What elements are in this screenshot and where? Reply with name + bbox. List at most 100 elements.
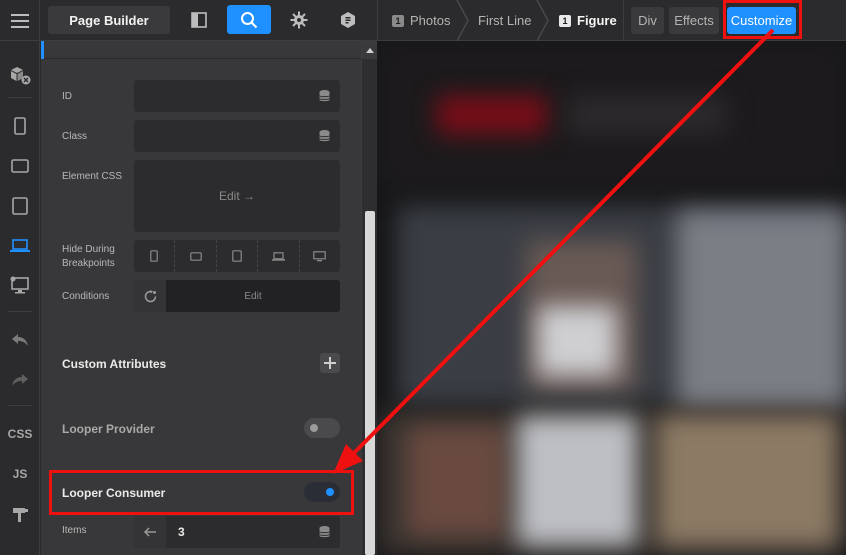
desktop-icon [313,250,327,261]
rail-divider [8,405,32,406]
arrow-left-icon [144,527,156,537]
breadcrumb-index-badge: 1 [559,14,571,27]
items-decrement-button[interactable] [134,516,166,548]
breadcrumb-separator-icon [536,0,549,41]
redo-icon [12,374,28,386]
hide-tablet-toggle[interactable] [217,240,259,272]
tab-effects[interactable]: Effects [669,7,719,34]
add-custom-attribute-button[interactable] [320,353,340,373]
custom-attributes-title: Custom Attributes [62,357,167,371]
phone-icon [14,117,26,135]
annotation-highlight-customize [723,0,802,39]
looper-provider-label: Looper Provider [62,422,155,436]
canvas-preview[interactable] [377,41,846,555]
conditions-label: Conditions [62,291,110,302]
settings-button[interactable] [279,6,319,34]
js-button[interactable]: JS [0,459,40,489]
hammer-icon [13,508,28,522]
hide-breakpoints-group [134,240,340,272]
sidebar-layout-icon [191,12,207,28]
gear-icon [290,11,308,29]
top-toolbar: Page Builder 1 Photos First Line 1 Figur… [0,0,846,41]
hide-breakpoints-label: Hide During Breakpoints [62,243,115,271]
phone-landscape-icon [11,159,29,173]
breadcrumb-label: Photos [410,13,451,28]
breadcrumb-first-line[interactable]: First Line [478,0,531,41]
phone-icon [150,250,159,262]
conditions-settings-button[interactable] [134,280,166,312]
looper-provider-toggle[interactable] [304,418,340,438]
phone-landscape-icon [189,251,202,261]
hide-phone-landscape-toggle[interactable] [175,240,217,272]
hide-phone-portrait-toggle[interactable] [134,240,176,272]
hide-desktop-toggle[interactable] [300,240,340,272]
phone-landscape-breakpoint-button[interactable] [0,151,40,181]
database-icon[interactable] [319,130,330,143]
laptop-breakpoint-button[interactable] [0,231,40,261]
scroll-up-button[interactable] [362,41,377,59]
element-css-editor[interactable]: Edit → [134,160,340,232]
breadcrumb-photos[interactable]: 1 Photos [392,0,450,41]
undo-button[interactable] [0,325,40,355]
laptop-icon [271,251,285,261]
redo-button[interactable] [0,365,40,395]
breadcrumb-separator-icon [456,0,469,41]
tab-div[interactable]: Div [631,7,664,34]
layout-toggle-button[interactable] [179,6,219,34]
page-builder-button[interactable]: Page Builder [48,6,170,34]
preview-shirt-blur [537,306,617,376]
items-label: Items [62,525,87,536]
hamburger-menu-button[interactable] [0,0,40,41]
preview-bottom-left-blur [407,426,507,536]
items-value: 3 [178,525,185,539]
preview-photo-light-blur [677,211,846,411]
class-label: Class [62,131,88,142]
rail-divider [8,311,32,312]
toggle-knob [310,424,318,432]
css-button[interactable]: CSS [0,419,40,449]
breadcrumb-index-badge: 1 [392,14,404,27]
hide-laptop-toggle[interactable] [258,240,300,272]
rail-divider [8,97,32,98]
laptop-icon [10,239,30,252]
desktop-breakpoint-button[interactable] [0,270,40,300]
element-css-label: Element CSS [62,171,123,182]
conditions-edit-button[interactable]: Edit [166,280,340,312]
search-icon [241,11,258,28]
element-css-edit-link[interactable]: Edit → [134,189,340,203]
plugin-button[interactable] [328,6,368,34]
scrollbar-thumb[interactable] [365,211,375,555]
items-field[interactable]: 3 [134,516,340,548]
panel-scrollbar[interactable] [361,41,377,555]
database-icon[interactable] [319,526,330,539]
preview-bottom-center-blur [517,416,637,546]
preview-bottom-right-blur [657,416,837,546]
undo-icon [12,334,28,346]
conditions-refresh-icon [144,289,156,302]
toolbar-divider [623,0,624,41]
hide-breakpoints-label-line1: Hide During [62,244,115,255]
tablet-icon [12,197,28,215]
breadcrumb-figure[interactable]: 1 Figure [559,0,617,41]
tools-button[interactable] [0,499,40,529]
id-label: ID [62,91,72,102]
toolbar-divider [377,0,378,41]
tablet-breakpoint-button[interactable] [0,191,40,221]
preview-nav-blur [567,96,727,134]
caret-up-icon [365,47,374,53]
desktop-icon [10,276,29,294]
breadcrumb-label: First Line [478,13,532,28]
id-input[interactable] [134,80,340,112]
add-elements-button[interactable] [0,60,40,90]
phone-portrait-breakpoint-button[interactable] [0,111,40,141]
plus-icon [324,357,336,369]
cubes-add-icon [11,67,31,85]
breadcrumb-label: Figure [577,13,617,28]
class-input[interactable] [134,120,340,152]
preview-red-button-blur [437,96,547,134]
annotation-highlight-looper-consumer [49,470,354,515]
panel-header-strip [41,41,361,59]
search-button[interactable] [227,5,271,34]
conditions-field: Edit [134,280,340,312]
database-icon[interactable] [319,90,330,103]
